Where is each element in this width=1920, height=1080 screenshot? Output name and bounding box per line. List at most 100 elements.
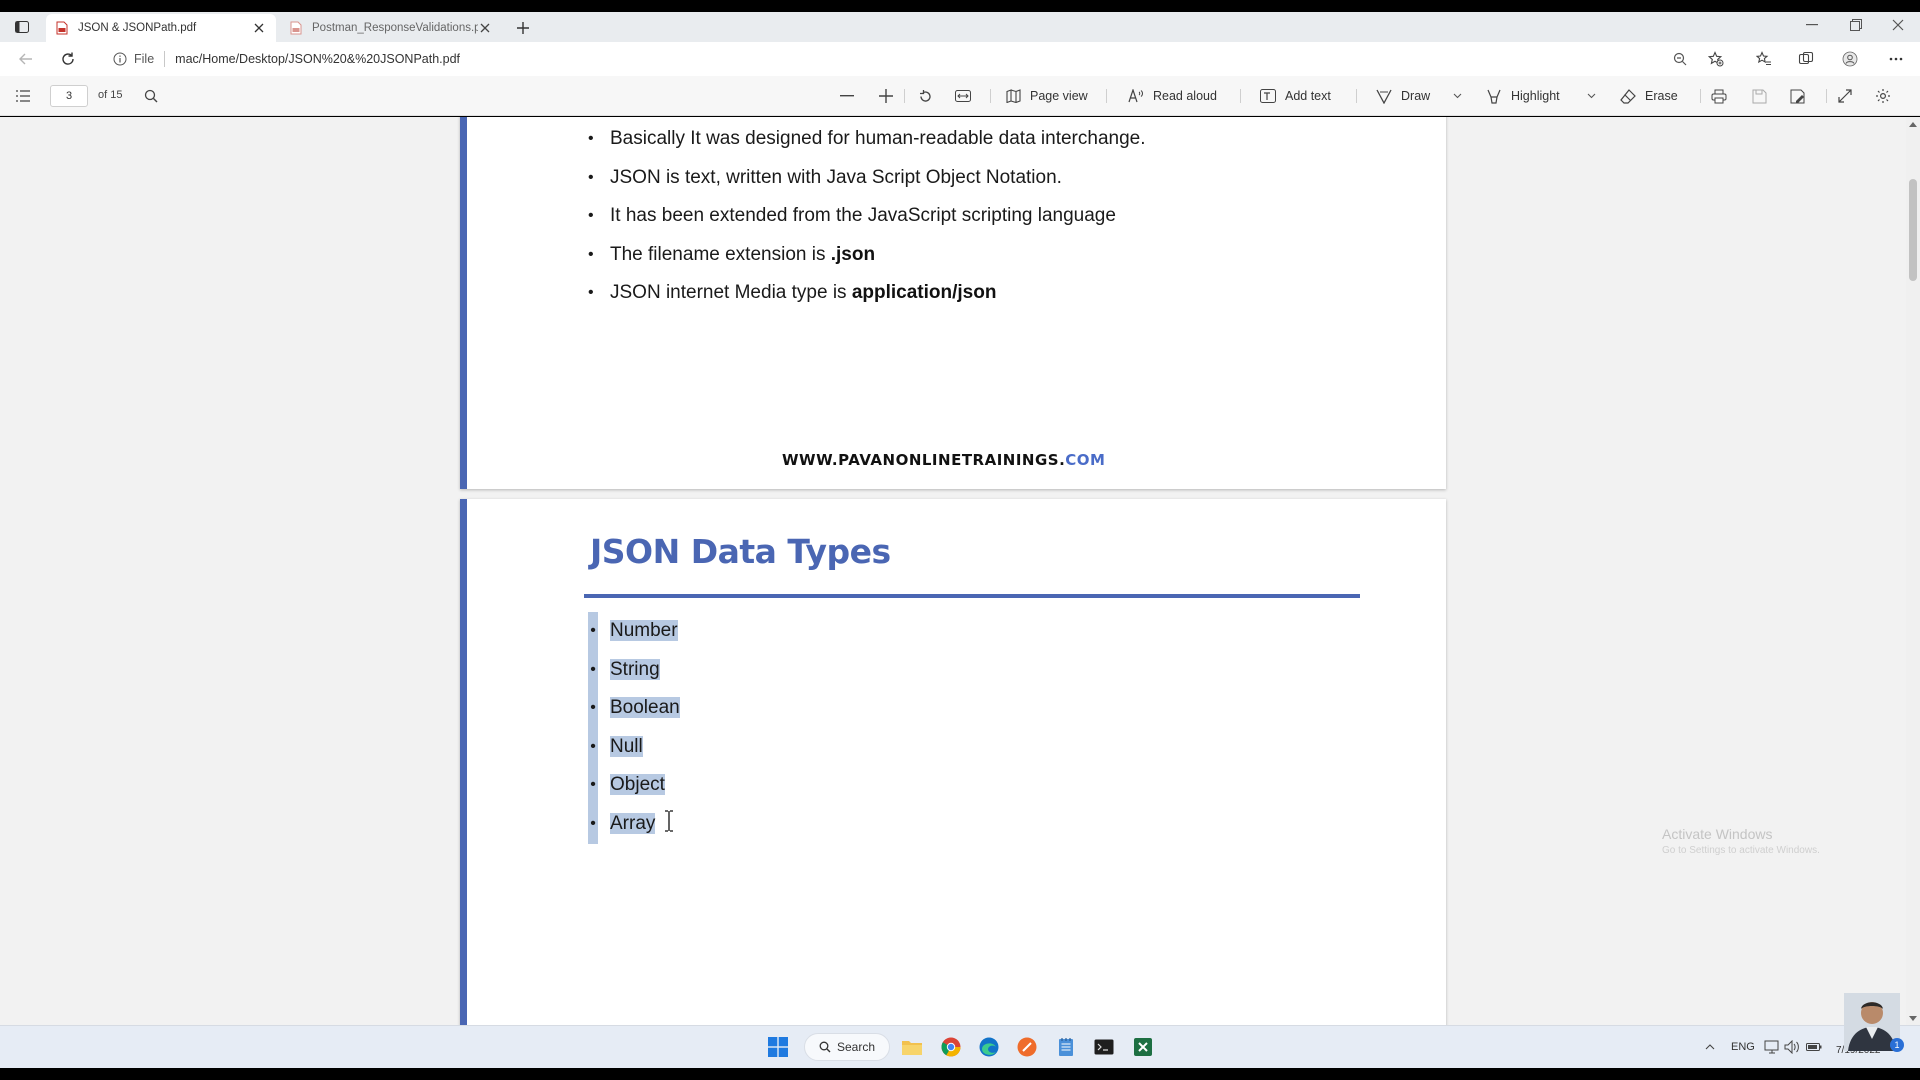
page-count: of 15 [98,89,123,101]
toolbar-divider [990,89,991,103]
activate-windows-subtitle: Go to Settings to activate Windows. [1662,845,1820,856]
battery-icon[interactable] [1806,1039,1822,1055]
print-icon[interactable] [1708,86,1730,106]
close-tab-icon[interactable] [252,21,266,35]
chevron-up-icon[interactable] [1702,1039,1718,1055]
data-type-text[interactable]: Array [610,812,656,834]
bullet-item: Basically It was designed for human-read… [588,120,1146,159]
screen-top-bar [0,0,1920,12]
taskbar-search-label: Search [836,1040,876,1054]
full-screen-icon[interactable] [1834,86,1856,106]
footer-url-tld: COM [1065,451,1106,469]
chevron-down-icon[interactable] [1452,91,1462,101]
highlight-button[interactable]: Highlight [1486,85,1560,107]
page-accent-rule [460,117,467,489]
favorites-icon[interactable] [1752,48,1776,70]
section-title: JSON Data Types [590,532,891,571]
close-window-icon[interactable] [1876,12,1920,38]
toolbar-divider [1240,89,1241,103]
notepad-icon[interactable] [1053,1034,1079,1060]
bullet-item: The filename extension is .json [588,236,1146,275]
page-view-button[interactable]: Page view [1006,85,1088,107]
windows-start-icon[interactable] [765,1034,791,1060]
toolbar-divider [904,89,905,103]
fit-to-width-icon[interactable] [952,86,974,106]
table-of-contents-icon[interactable] [12,86,34,106]
data-type-text[interactable]: String [610,658,660,680]
tab-actions-icon[interactable] [10,16,34,38]
file-explorer-icon[interactable] [899,1034,925,1060]
more-options-icon[interactable] [1884,48,1908,70]
toolbar-divider [1826,89,1827,103]
close-tab-icon[interactable] [478,21,492,35]
postman-icon[interactable] [1014,1034,1040,1060]
back-arrow-icon[interactable] [14,48,38,70]
profile-icon[interactable] [1838,48,1862,70]
site-info-icon[interactable] [112,51,128,67]
screen-bottom-bar [0,1068,1920,1080]
erase-label: Erase [1645,89,1678,103]
scroll-down-icon[interactable] [1908,1014,1918,1022]
settings-gear-icon[interactable] [1872,86,1894,106]
pdf-toolbar: 3 of 15 Page view Read aloud Add text Dr… [0,76,1920,116]
add-text-label: Add text [1285,89,1331,103]
reload-icon[interactable] [56,48,80,70]
bullet-item: JSON internet Media type is application/… [588,274,1146,313]
footer-url-main: WWW.PAVANONLINETRAININGS. [782,451,1066,469]
tab-json-pdf[interactable]: JSON & JSONPath.pdf [46,14,276,42]
zoom-out-icon[interactable] [836,86,858,106]
bullet-text: JSON internet Media type is [610,282,852,303]
browser-tab-strip: JSON & JSONPath.pdf Postman_ResponseVali… [0,12,1920,42]
data-type-item: Null [588,727,680,767]
edge-browser-icon[interactable] [976,1034,1002,1060]
notification-badge[interactable]: 1 [1890,1038,1904,1052]
scroll-up-icon[interactable] [1908,120,1918,128]
data-type-text[interactable]: Object [610,774,665,796]
taskbar-search-button[interactable]: Search [804,1033,890,1061]
toolbar-divider [1106,89,1107,103]
page-number-input[interactable]: 3 [50,85,88,107]
pdf-viewer[interactable]: Basically It was designed for human-read… [0,117,1920,1025]
volume-icon[interactable] [1784,1039,1800,1055]
page-footer-url: WWW.PAVANONLINETRAININGS.COM [782,451,1105,469]
data-type-text[interactable]: Boolean [610,697,680,719]
page-accent-rule [460,499,467,1025]
add-favorite-icon[interactable] [1704,48,1728,70]
url-omnibox[interactable]: File mac/Home/Desktop/JSON%20&%20JSONPat… [104,47,1694,71]
draw-button[interactable]: Draw [1376,85,1430,107]
rotate-icon[interactable] [914,86,936,106]
scrollbar-thumb[interactable] [1909,179,1917,281]
add-text-button[interactable]: Add text [1260,85,1331,107]
zoom-icon[interactable] [1668,48,1692,70]
url-text[interactable]: mac/Home/Desktop/JSON%20&%20JSONPath.pdf [175,52,460,66]
zoom-in-icon[interactable] [875,86,897,106]
bullet-bold: application/json [851,282,997,303]
omnibox-divider [164,51,166,67]
bullet-text: The filename extension is [610,243,831,265]
chrome-icon[interactable] [938,1034,964,1060]
search-icon[interactable] [140,86,162,106]
terminal-icon[interactable] [1091,1034,1117,1060]
network-icon[interactable] [1764,1039,1780,1055]
chevron-down-icon[interactable] [1586,91,1596,101]
save-as-icon[interactable] [1786,86,1808,106]
bullet-item: It has been extended from the JavaScript… [588,197,1146,236]
data-type-text[interactable]: Null [610,735,643,757]
tab-title: JSON & JSONPath.pdf [78,22,197,34]
vertical-scrollbar[interactable] [1906,117,1920,1025]
pdf-file-icon [56,21,68,35]
minimize-window-icon[interactable] [1790,12,1834,38]
data-type-text[interactable]: Number [610,620,678,641]
excel-icon[interactable] [1130,1034,1156,1060]
tab-title: Postman_ResponseValidations.p [312,22,478,34]
address-bar: File mac/Home/Desktop/JSON%20&%20JSONPat… [0,42,1920,76]
read-aloud-button[interactable]: Read aloud [1128,85,1217,107]
save-icon[interactable] [1748,86,1770,106]
eraser-icon [1620,88,1636,104]
erase-button[interactable]: Erase [1620,85,1678,107]
input-language[interactable]: ENG [1731,1041,1755,1053]
tab-postman-pdf[interactable]: Postman_ResponseValidations.p [280,14,502,42]
collections-icon[interactable] [1794,48,1818,70]
restore-window-icon[interactable] [1834,12,1878,38]
new-tab-icon[interactable] [512,18,534,38]
